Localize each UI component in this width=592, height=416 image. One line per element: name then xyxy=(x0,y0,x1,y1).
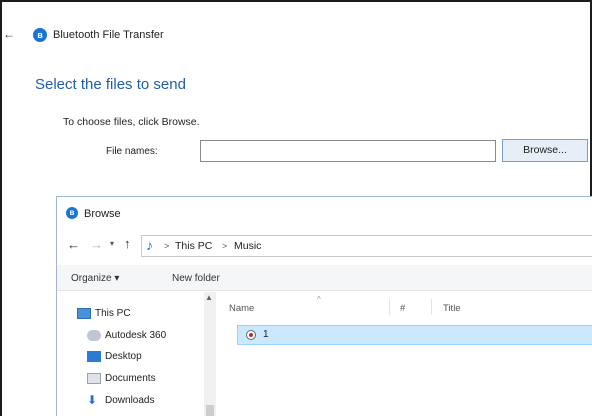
bluetooth-icon: ʙ xyxy=(33,28,47,42)
recent-locations-icon[interactable]: ▾ xyxy=(110,239,114,248)
breadcrumb-music[interactable]: Music xyxy=(234,240,261,252)
file-row[interactable]: 1 xyxy=(237,325,592,345)
column-header-number[interactable]: # xyxy=(400,303,405,314)
desktop-icon xyxy=(87,351,101,362)
title-bar: ← ʙ Bluetooth File Transfer xyxy=(0,24,592,46)
nav-item-label: This PC xyxy=(95,308,131,319)
up-icon[interactable]: ↑ xyxy=(124,236,131,251)
organize-button[interactable]: Organize ▾ xyxy=(71,273,119,284)
file-names-input[interactable] xyxy=(200,140,496,162)
nav-pane-scrollbar[interactable]: ▲ xyxy=(204,292,216,416)
column-header-title[interactable]: Title xyxy=(443,303,461,314)
cloud-icon xyxy=(87,330,101,341)
nav-item-label: Autodesk 360 xyxy=(105,330,167,341)
new-folder-button[interactable]: New folder xyxy=(172,273,220,284)
address-bar[interactable]: ♪ > This PC > Music xyxy=(141,235,592,257)
audio-file-icon xyxy=(246,330,256,340)
breadcrumb-this-pc[interactable]: This PC xyxy=(175,240,212,252)
back-icon[interactable]: ← xyxy=(67,237,80,252)
nav-item-label: Downloads xyxy=(105,395,155,406)
command-bar: Organize ▾ New folder xyxy=(57,265,592,291)
navigation-pane: This PC Autodesk 360 Desktop Documents ⬇… xyxy=(57,292,217,416)
window-title: Bluetooth File Transfer xyxy=(53,29,164,41)
documents-icon xyxy=(87,373,101,384)
browse-button[interactable]: Browse... xyxy=(502,139,588,162)
file-names-label: File names: xyxy=(106,146,158,157)
column-headers: ^ Name # Title xyxy=(222,295,592,317)
scrollbar-thumb[interactable] xyxy=(206,405,214,416)
nav-item-label: Desktop xyxy=(105,351,142,362)
bluetooth-icon: ʙ xyxy=(66,207,78,219)
column-divider[interactable] xyxy=(389,299,390,315)
music-note-icon: ♪ xyxy=(146,237,153,253)
breadcrumb-separator: > xyxy=(222,241,228,251)
browse-dialog: ʙ Browse ← → ▾ ↑ ♪ > This PC > Music Org… xyxy=(56,196,592,416)
file-name: 1 xyxy=(263,329,269,340)
column-divider[interactable] xyxy=(431,299,432,315)
scroll-up-icon[interactable]: ▲ xyxy=(205,293,213,302)
back-arrow-icon[interactable]: ← xyxy=(3,27,15,41)
sort-indicator-icon: ^ xyxy=(317,295,321,304)
instruction-text: To choose files, click Browse. xyxy=(63,116,200,128)
computer-icon xyxy=(77,308,91,319)
navigation-bar: ← → ▾ ↑ ♪ > This PC > Music xyxy=(57,233,592,259)
breadcrumb-separator: > xyxy=(164,241,170,251)
dialog-title-bar: ʙ Browse xyxy=(57,197,592,229)
forward-icon[interactable]: → xyxy=(90,237,103,252)
nav-item-label: Documents xyxy=(105,373,156,384)
column-header-name[interactable]: Name xyxy=(229,303,254,314)
downloads-icon: ⬇ xyxy=(87,393,98,407)
page-heading: Select the files to send xyxy=(35,76,186,93)
dialog-title: Browse xyxy=(84,208,121,220)
